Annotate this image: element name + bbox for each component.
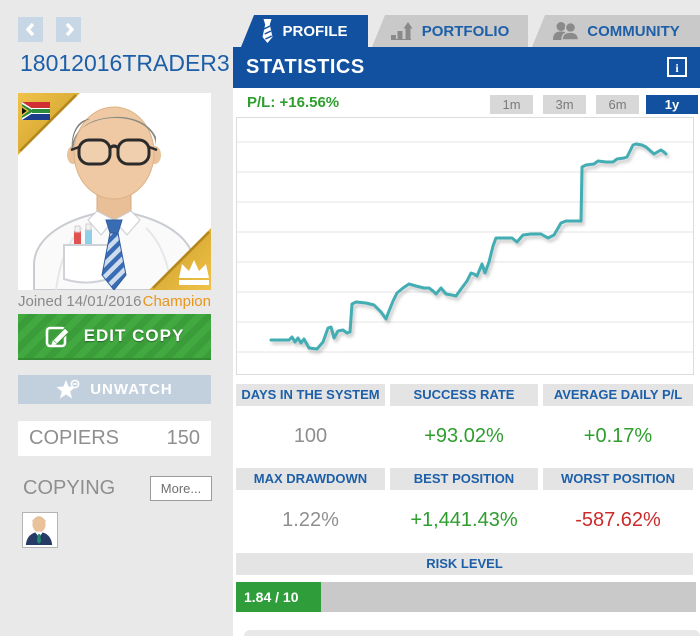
next-section-edge — [244, 630, 700, 636]
bar-chart-icon — [391, 22, 414, 40]
south-africa-flag-icon — [22, 102, 50, 120]
edit-icon — [45, 324, 72, 348]
tie-icon — [261, 19, 274, 43]
flag-ribbon — [18, 93, 80, 155]
copying-more-button[interactable]: More... — [150, 476, 212, 501]
copying-label: COPYING — [23, 477, 115, 500]
tab-portfolio[interactable]: PORTFOLIO — [372, 15, 528, 47]
unwatch-button[interactable]: UNWATCH — [18, 375, 211, 404]
copiers-count: 150 — [167, 427, 200, 450]
stat-header-best-position: BEST POSITION — [390, 468, 538, 490]
chart-line — [271, 144, 666, 349]
tab-profile[interactable]: PROFILE — [241, 15, 368, 47]
chevron-right-icon — [63, 22, 75, 37]
stat-value-success-rate: +93.02% — [390, 424, 538, 448]
statistics-header: STATISTICS i — [233, 47, 700, 88]
range-3m-button[interactable]: 3m — [543, 95, 586, 114]
tab-portfolio-label: PORTFOLIO — [422, 23, 510, 40]
stat-value-max-drawdown: 1.22% — [236, 508, 385, 532]
tab-community[interactable]: COMMUNITY — [532, 15, 700, 47]
trader-username: 18012016TRADER3 — [20, 50, 230, 77]
star-minus-icon — [56, 379, 80, 400]
range-1m-button[interactable]: 1m — [490, 95, 533, 114]
copied-trader-avatar[interactable] — [22, 512, 58, 548]
risk-level-bar: 1.84 / 10 — [236, 582, 696, 612]
champion-ribbon — [149, 228, 211, 290]
unwatch-label: UNWATCH — [90, 381, 173, 398]
tab-profile-label: PROFILE — [282, 23, 347, 40]
stat-value-worst-position: -587.62% — [543, 508, 693, 532]
chart-gridlines — [237, 142, 693, 352]
stat-header-avg-daily-pl: AVERAGE DAILY P/L — [543, 384, 693, 406]
risk-level-header: RISK LEVEL — [236, 553, 693, 575]
champion-badge: Champion — [143, 293, 211, 310]
joined-date: Joined 14/01/2016 — [18, 293, 141, 310]
prev-trader-button[interactable] — [18, 17, 43, 42]
next-trader-button[interactable] — [56, 17, 81, 42]
joined-row: Joined 14/01/2016 Champion — [18, 293, 211, 310]
pl-summary: P/L: +16.56% — [247, 94, 339, 111]
stat-value-avg-daily-pl: +0.17% — [543, 424, 693, 448]
tab-community-label: COMMUNITY — [587, 23, 680, 40]
stat-header-success-rate: SUCCESS RATE — [390, 384, 538, 406]
copiers-label: COPIERS — [29, 427, 119, 450]
risk-level-fill: 1.84 / 10 — [236, 582, 321, 612]
info-icon: i — [675, 61, 678, 75]
statistics-title: STATISTICS — [246, 56, 365, 79]
stat-value-best-position: +1,441.43% — [390, 508, 538, 532]
stat-header-worst-position: WORST POSITION — [543, 468, 693, 490]
chevron-left-icon — [25, 22, 37, 37]
range-6m-button[interactable]: 6m — [596, 95, 639, 114]
edit-copy-label: EDIT COPY — [84, 326, 185, 346]
pl-chart[interactable] — [236, 117, 694, 375]
stat-header-days: DAYS IN THE SYSTEM — [236, 384, 385, 406]
stat-value-days: 100 — [236, 424, 385, 448]
range-1y-button[interactable]: 1y — [646, 95, 698, 114]
copiers-row: COPIERS 150 — [18, 421, 211, 456]
stat-header-max-drawdown: MAX DRAWDOWN — [236, 468, 385, 490]
people-icon — [552, 22, 579, 40]
edit-copy-button[interactable]: EDIT COPY — [18, 314, 211, 360]
trader-profile-page: 18012016TRADER3 — [0, 0, 700, 636]
info-button[interactable]: i — [667, 57, 687, 77]
trader-avatar-card — [18, 93, 211, 290]
